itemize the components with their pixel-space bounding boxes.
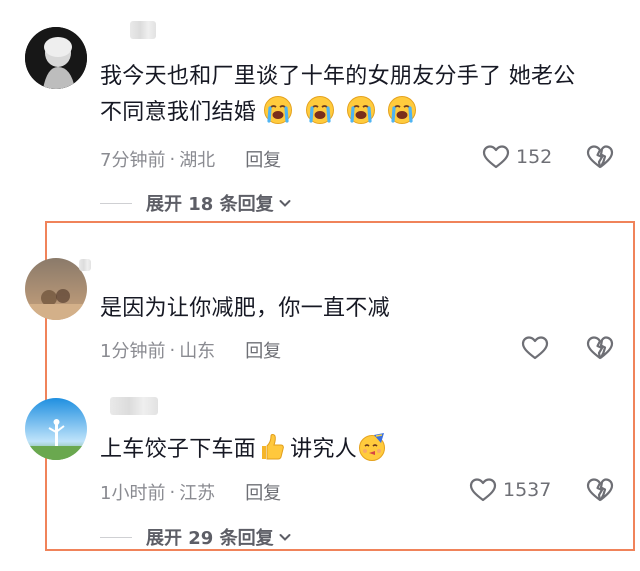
like-button[interactable] <box>521 335 549 361</box>
broken-heart-icon <box>586 478 614 502</box>
meta-separator: · <box>169 481 176 503</box>
comment-location: 江苏 <box>179 483 216 504</box>
dislike-button[interactable] <box>586 335 614 361</box>
expand-replies-button[interactable]: 展开 29 条回复 <box>100 524 292 550</box>
avatar[interactable] <box>25 398 87 460</box>
username-blurred[interactable] <box>130 21 156 39</box>
comment-meta: 1小时前 · 江苏 回复 <box>100 479 281 505</box>
reply-button[interactable]: 回复 <box>245 146 281 172</box>
heart-outline-icon <box>482 145 510 169</box>
thumbs-up-emoji <box>256 434 290 462</box>
crying-face-emoji <box>387 96 421 125</box>
crying-face-emoji <box>305 96 346 125</box>
comment-time: 1小时前 <box>100 483 166 504</box>
comment-meta: 7分钟前 · 湖北 回复 <box>100 146 281 172</box>
comment-text-line1: 我今天也和厂里谈了十年的女朋友分手了 她老公 <box>100 64 576 89</box>
comment-text: 上车饺子下车面 讲究人 <box>100 432 391 468</box>
chevron-down-icon <box>279 200 291 207</box>
broken-heart-icon <box>586 145 614 169</box>
comment-location: 山东 <box>179 341 216 362</box>
heart-outline-icon <box>469 478 497 502</box>
comment-time: 7分钟前 <box>100 150 166 171</box>
meta-separator: · <box>169 148 176 170</box>
avatar[interactable] <box>25 258 87 320</box>
heart-outline-icon <box>521 336 549 360</box>
avatar[interactable] <box>25 27 87 89</box>
comment-time: 1分钟前 <box>100 341 166 362</box>
expand-replies-label: 展开 29 条回复 <box>146 528 274 549</box>
party-face-emoji <box>357 433 391 462</box>
comment-text-part1: 上车饺子下车面 <box>100 437 257 462</box>
reply-button[interactable]: 回复 <box>245 479 281 505</box>
comment-text: 是因为让你减肥，你一直不减 <box>100 296 390 321</box>
comment-location: 湖北 <box>179 150 216 171</box>
expand-replies-label: 展开 18 条回复 <box>146 194 274 215</box>
dislike-button[interactable] <box>586 477 614 503</box>
comment-text-line2-text: 不同意我们结婚 <box>100 100 257 125</box>
comment-meta: 1分钟前 · 山东 回复 <box>100 337 281 363</box>
divider-line <box>100 202 132 204</box>
meta-separator: · <box>169 339 176 361</box>
like-button[interactable]: 1537 <box>469 477 551 503</box>
username-blurred[interactable] <box>110 397 158 415</box>
reply-button[interactable]: 回复 <box>245 337 281 363</box>
comment-text: 我今天也和厂里谈了十年的女朋友分手了 她老公 不同意我们结婚 <box>100 59 576 131</box>
broken-heart-icon <box>586 336 614 360</box>
comment-text-line2: 不同意我们结婚 <box>100 95 576 131</box>
expand-replies-button[interactable]: 展开 18 条回复 <box>100 190 292 216</box>
like-button[interactable]: 152 <box>482 144 552 170</box>
divider-line <box>100 536 132 538</box>
chevron-down-icon <box>279 534 291 541</box>
dislike-button[interactable] <box>586 144 614 170</box>
like-count: 152 <box>516 146 553 168</box>
comment-text-part2: 讲究人 <box>290 437 358 462</box>
username-blurred[interactable] <box>79 259 91 271</box>
crying-face-emoji <box>263 96 304 125</box>
like-count: 1537 <box>503 479 552 501</box>
crying-face-emoji <box>346 96 387 125</box>
